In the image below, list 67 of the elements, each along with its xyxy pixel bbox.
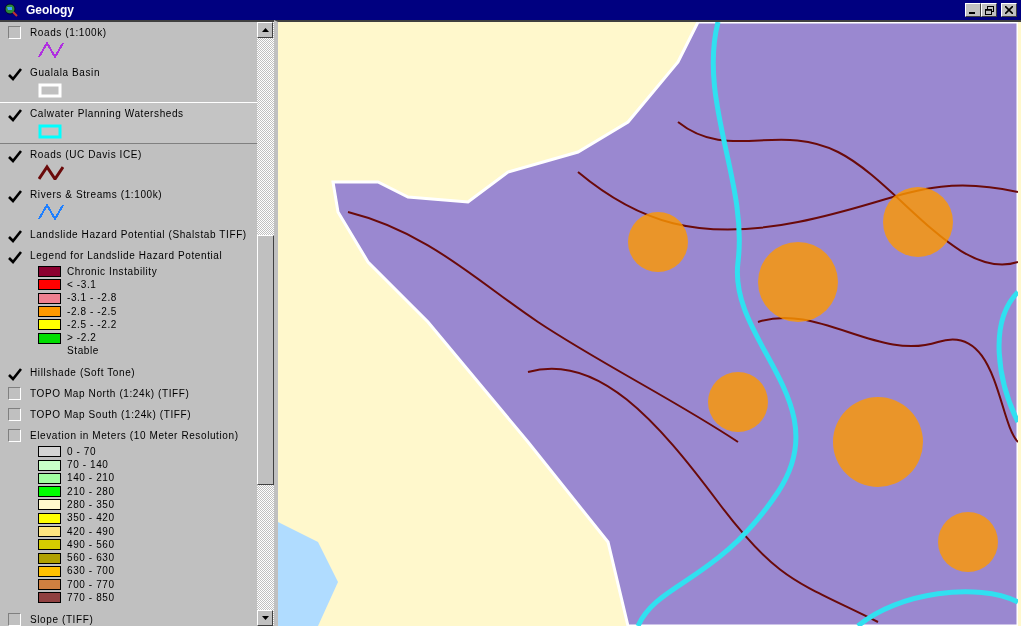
class-label: Stable [67,345,99,358]
down-arrow-icon [261,616,269,620]
layer-entry[interactable]: Elevation in Meters (10 Meter Resolution) 0 - 70 70 - 140 140 - 210 210 - 280 280 - 350 350 - 420 420 - 490 490 - 560 560 - 630 630 - 700 700 - 770 770 - 850 [0,425,257,609]
layer-name: Roads (UC Davis ICE) [30,148,143,161]
layer-name: Landslide Hazard Potential (Shalstab TIFF) [30,228,247,241]
visibility-checkbox[interactable] [8,188,21,201]
layer-entry[interactable]: Calwater Planning Watersheds [0,102,257,144]
layer-name: TOPO Map South (1:24k) (TIFF) [30,408,192,422]
class-label: 280 - 350 [67,498,115,511]
class-label: 70 - 140 [67,459,109,471]
class-label: -3.1 - -2.8 [67,292,117,305]
class-label: 350 - 420 [67,512,115,525]
visibility-checkbox[interactable] [8,107,21,120]
layer-entry[interactable]: TOPO Map South (1:24k) (TIFF) [0,404,257,426]
class-label: 630 - 700 [67,565,115,578]
class-label: 490 - 560 [67,538,115,551]
visibility-checkbox[interactable] [8,148,21,161]
scroll-up-button[interactable] [257,22,273,38]
layer-entry[interactable]: TOPO Map North (1:24k) (TIFF) [0,383,257,405]
layer-name: Roads (1:100k) [30,26,107,39]
visibility-checkbox[interactable] [8,387,21,401]
visibility-checkbox[interactable] [8,429,21,443]
globe-magnifier-icon [4,3,18,17]
up-arrow-icon [261,28,269,32]
layer-name: Legend for Landslide Hazard Potential [30,249,223,262]
class-label: 140 - 210 [67,472,115,485]
layer-entry[interactable]: Legend for Landslide Hazard Potential Chronic Instability < -3.1 -3.1 - -2.8 -2.8 - -2.5 -2.5 - -2.2 > -2.2 Stable [0,245,257,363]
class-label: 770 - 850 [67,592,115,604]
visibility-checkbox[interactable] [8,66,21,79]
scrollbar-thumb[interactable] [257,235,274,485]
layer-entry[interactable]: Slope (TIFF) [0,608,257,626]
class-label: 700 - 770 [67,578,115,591]
layer-entry[interactable]: Gualala Basin [0,62,257,102]
class-label: 420 - 490 [67,525,115,538]
layer-name: TOPO Map North (1:24k) (TIFF) [30,387,190,401]
layer-entry[interactable]: Roads (UC Davis ICE) [0,144,257,184]
close-button[interactable] [1001,3,1017,17]
visibility-checkbox[interactable] [8,249,21,262]
visibility-checkbox[interactable] [8,26,21,39]
scroll-down-button[interactable] [257,610,273,626]
class-label: -2.5 - -2.2 [67,318,117,331]
class-label: 560 - 630 [67,552,115,565]
restore-button[interactable] [981,3,997,17]
layer-name: Rivers & Streams (1:100k) [30,188,163,201]
layer-name: Elevation in Meters (10 Meter Resolution) [30,429,239,443]
visibility-checkbox[interactable] [8,408,21,422]
visibility-checkbox[interactable] [8,612,21,626]
visibility-checkbox[interactable] [8,366,21,380]
class-label: > -2.2 [67,332,97,345]
layer-entry[interactable]: Rivers & Streams (1:100k) [0,184,257,224]
minimize-button[interactable] [965,3,981,17]
class-label: -2.8 - -2.5 [67,305,117,318]
class-label: Chronic Instability [67,265,158,278]
restore-icon [984,5,994,15]
class-label: 0 - 70 [67,445,97,458]
class-label: 210 - 280 [67,485,115,498]
layer-name: Calwater Planning Watersheds [30,107,184,120]
layer-entry[interactable]: Hillshade (Soft Tone) [0,362,257,384]
layer-name: Gualala Basin [30,66,101,79]
layer-name: Hillshade (Soft Tone) [30,366,136,380]
visibility-checkbox[interactable] [8,228,21,241]
class-label: < -3.1 [67,278,97,291]
window-title: Geology [26,2,74,19]
layer-name: Slope (TIFF) [30,612,94,626]
layer-entry[interactable]: Roads (1:100k) [0,22,257,62]
close-icon [1005,6,1013,14]
layer-entry[interactable]: Landslide Hazard Potential (Shalstab TIFF) [0,224,257,245]
